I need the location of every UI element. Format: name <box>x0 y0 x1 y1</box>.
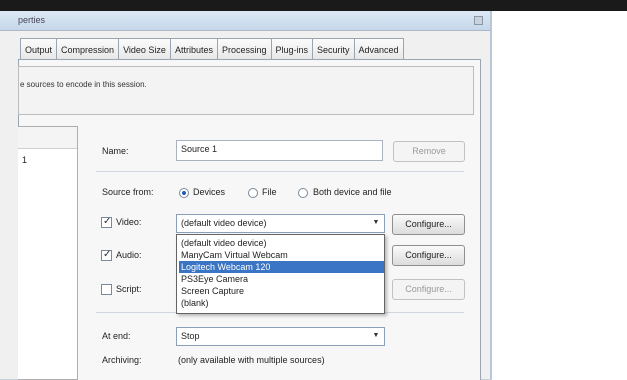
tab-plug-ins[interactable]: Plug-ins <box>270 38 314 61</box>
at-end-label: At end: <box>102 331 131 341</box>
dropdown-option[interactable]: PS3Eye Camera <box>179 273 384 285</box>
window-control-button[interactable] <box>474 16 483 25</box>
tab-video-size[interactable]: Video Size <box>118 38 171 61</box>
video-device-value: (default video device) <box>181 218 267 228</box>
info-text: e sources to encode in this session. <box>20 80 147 89</box>
info-box <box>18 66 474 115</box>
radio-both-label: Both device and file <box>313 187 392 197</box>
tab-output[interactable]: Output <box>20 38 58 61</box>
separator <box>96 171 464 172</box>
source-from-label: Source from: <box>102 187 154 197</box>
radio-devices[interactable] <box>179 188 189 198</box>
name-field[interactable]: Source 1 <box>176 140 383 161</box>
chevron-down-icon[interactable]: ▼ <box>370 219 382 226</box>
tab-attributes[interactable]: Attributes <box>169 38 218 61</box>
dropdown-option-selected[interactable]: Logitech Webcam 120 <box>179 261 384 273</box>
name-label: Name: <box>102 146 129 156</box>
source-list-item[interactable]: 1 <box>22 155 27 165</box>
radio-both[interactable] <box>298 188 308 198</box>
archiving-label: Archiving: <box>102 355 142 365</box>
chevron-down-icon[interactable]: ▼ <box>370 332 382 339</box>
video-device-dropdown-list: (default video device) ManyCam Virtual W… <box>176 234 385 314</box>
at-end-value: Stop <box>181 331 200 341</box>
video-configure-button[interactable]: Configure... <box>392 214 465 235</box>
script-label: Script: <box>116 284 142 294</box>
script-configure-button[interactable]: Configure... <box>392 279 465 300</box>
archiving-value: (only available with multiple sources) <box>178 355 325 365</box>
dropdown-option[interactable]: ManyCam Virtual Webcam <box>179 249 384 261</box>
tab-security[interactable]: Security <box>312 38 355 61</box>
remove-button[interactable]: Remove <box>393 141 465 162</box>
dropdown-option[interactable]: Screen Capture <box>179 285 384 297</box>
window-title: perties <box>18 15 46 25</box>
source-list-header <box>18 127 77 149</box>
video-label: Video: <box>116 217 142 227</box>
tab-compression[interactable]: Compression <box>56 38 120 61</box>
window-titlebar <box>0 11 490 31</box>
tab-strip: Output Compression Video Size Attributes… <box>20 38 404 61</box>
at-end-select[interactable]: Stop ▼ <box>176 327 385 346</box>
radio-devices-label: Devices <box>193 187 226 197</box>
audio-label: Audio: <box>116 250 142 260</box>
screen-top-border <box>0 0 627 11</box>
dropdown-option[interactable]: (blank) <box>179 297 384 309</box>
radio-file[interactable] <box>248 188 258 198</box>
audio-configure-button[interactable]: Configure... <box>392 245 465 266</box>
radio-file-label: File <box>262 187 277 197</box>
dropdown-option[interactable]: (default video device) <box>179 237 384 249</box>
video-device-select[interactable]: (default video device) ▼ <box>176 214 385 233</box>
tab-processing[interactable]: Processing <box>216 38 272 61</box>
tab-advanced[interactable]: Advanced <box>353 38 404 61</box>
video-checkbox[interactable] <box>101 216 112 228</box>
audio-checkbox[interactable] <box>101 249 112 261</box>
script-checkbox[interactable] <box>101 284 112 295</box>
